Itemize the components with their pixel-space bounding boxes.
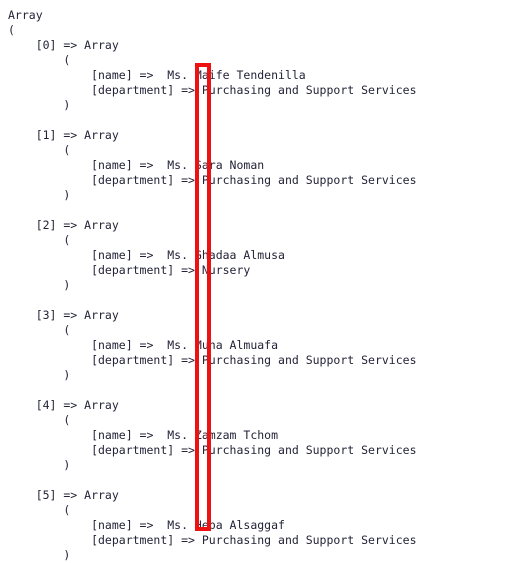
print-r-output: Array ( [0] => Array ( [name] => Ms. Mai… bbox=[8, 8, 417, 562]
